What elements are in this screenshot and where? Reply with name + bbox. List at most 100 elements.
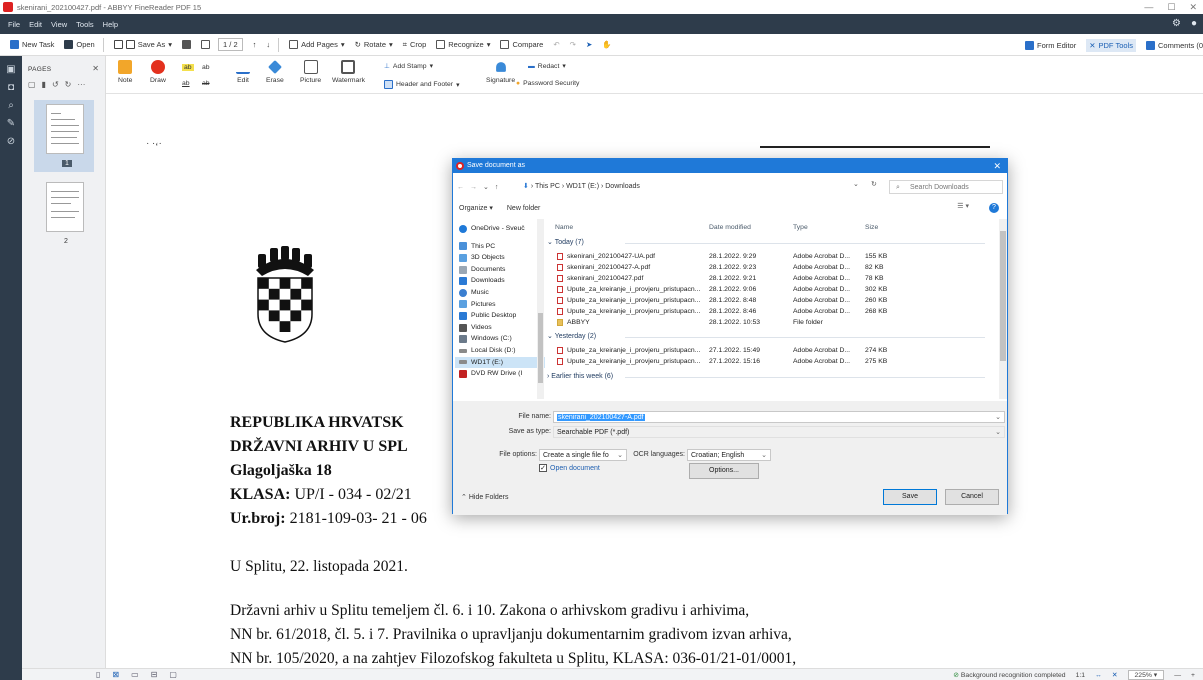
file-row[interactable]: Upute_za_kreiranje_i_provjeru_pristupacn… [547,306,993,317]
header-footer-button[interactable]: Header and Footer ▾ [384,80,459,89]
menu-view[interactable]: View [51,20,67,29]
fit-page-button[interactable]: ✕ [1112,671,1118,679]
view-options-icon[interactable]: ☰ ▾ [957,202,969,210]
file-row[interactable]: skenirani_202100427-UA.pdf 28.1.2022. 9:2… [547,251,993,262]
erase-tool[interactable]: Erase [266,60,284,84]
prev-page-button[interactable]: ↑ [253,40,257,49]
email-button[interactable] [201,40,211,49]
column-date-modified[interactable]: Date modified [709,221,751,235]
up-arrow-icon[interactable]: ↑ [495,184,499,191]
page-thumbnail-1[interactable] [46,104,84,154]
file-name-input[interactable]: skenirani_202100427-A.pdf ⌄ [553,411,1005,423]
nav-item-dvd-drive[interactable]: DVD RW Drive (I [455,368,545,380]
file-row[interactable]: Upute_za_kreiranje_i_provjeru_pristupacn… [547,284,993,295]
text-color-icon[interactable]: ab [202,64,210,71]
single-page-icon[interactable]: ▯ [96,670,100,679]
password-security-button[interactable]: ● Password Security [516,80,579,87]
rotate-left-icon[interactable]: ↺ [52,80,59,89]
page-number-field[interactable]: 1 / 2 [218,38,243,51]
column-type[interactable]: Type [793,221,808,235]
new-folder-button[interactable]: New folder [507,205,540,212]
two-page-icon[interactable]: ▭ [131,670,139,679]
rotate-button[interactable]: ↻ Rotate ▾ [355,40,393,49]
help-icon[interactable]: ? [989,203,999,213]
settings-gear-icon[interactable]: ⚙ [1172,14,1181,34]
underline-icon[interactable]: ab [182,80,190,87]
file-options-select[interactable]: Create a single file fo ⌄ [539,449,627,461]
signature-tool[interactable]: Signature [486,60,515,84]
undo-button[interactable]: ↶ [553,40,559,49]
menu-tools[interactable]: Tools [76,20,94,29]
save-as-type-select[interactable]: Searchable PDF (*.pdf) ⌄ [553,426,1005,438]
new-task-button[interactable]: New Task [10,40,54,49]
compare-button[interactable]: Compare [500,40,543,49]
ocr-languages-select[interactable]: Croatian; English ⌄ [687,449,771,461]
page-thumbnail-2[interactable] [46,182,84,232]
back-arrow-icon[interactable]: ← [457,184,464,191]
options-button[interactable]: Options... [689,463,759,479]
maximize-button[interactable]: ☐ [1167,0,1175,14]
strikethrough-icon[interactable]: ab [202,80,210,87]
zoom-level-field[interactable]: 225% ▾ [1127,670,1165,680]
nav-item-downloads[interactable]: Downloads [455,275,545,287]
group-earlier-this-week[interactable]: › Earlier this week (6) [547,371,986,383]
nav-item-videos[interactable]: Videos [455,322,545,334]
nav-scrollbar[interactable] [537,219,544,399]
nav-item-pictures[interactable]: Pictures [455,299,545,311]
dialog-close-button[interactable]: ✕ [993,159,1001,173]
minimize-button[interactable]: — [1144,0,1153,14]
bookmark-icon[interactable]: ◘ [5,82,17,94]
pages-panel-icon[interactable]: ▣ [5,64,17,76]
nav-scrollbar-thumb[interactable] [538,313,543,383]
delete-page-icon[interactable]: ▮ [42,80,46,89]
open-document-checkbox[interactable]: ✓ Open document [539,464,600,472]
menu-file[interactable]: File [8,20,20,29]
folder-row[interactable]: ABBYY 28.1.2022. 10:53 File folder [547,317,993,328]
add-pages-button[interactable]: Add Pages ▾ [289,40,345,49]
close-panel-icon[interactable]: ✕ [92,64,99,73]
file-row[interactable]: Upute_za_kreiranje_i_provjeru_pristupacn… [547,295,993,306]
search-input[interactable]: ⌕ Search Downloads [889,180,1003,194]
hide-folders-toggle[interactable]: ⌃ Hide Folders [461,493,509,501]
nav-item-local-disk-d[interactable]: Local Disk (D:) [455,345,545,357]
organize-button[interactable]: Organize ▾ [459,204,493,212]
file-row[interactable]: Upute_za_kreiranje_i_provjeru_pristupacn… [547,345,993,356]
form-editor-button[interactable]: Form Editor [1025,40,1076,50]
search-icon[interactable]: ⌕ [5,100,17,112]
chevron-down-icon[interactable]: ⌄ [853,180,859,188]
select-tool-button[interactable]: ➤ [586,40,592,49]
file-row[interactable]: Upute_za_kreiranje_i_provjeru_pristupacn… [547,356,993,367]
watermark-tool[interactable]: Watermark [332,60,365,84]
print-button[interactable] [182,40,192,49]
menu-edit[interactable]: Edit [29,20,42,29]
attachment-icon[interactable]: ✎ [5,118,17,130]
more-icon[interactable]: ··· [77,80,85,89]
rotate-right-icon[interactable]: ↻ [65,80,72,89]
zoom-in-button[interactable]: + [1191,672,1195,679]
pdf-tools-button[interactable]: ✕ PDF Tools [1086,38,1136,52]
nav-item-music[interactable]: Music [455,287,545,299]
new-page-icon[interactable]: ▢ [28,80,36,89]
file-row[interactable]: skenirani_202100427-A.pdf 28.1.2022. 9:23… [547,262,993,273]
crop-button[interactable]: ⌗ Crop [403,40,427,50]
draw-tool[interactable]: Draw [150,60,166,84]
column-size[interactable]: Size [865,221,878,235]
next-page-button[interactable]: ↓ [266,40,270,49]
menu-help[interactable]: Help [103,20,118,29]
fullscreen-icon[interactable]: ▢ [169,670,177,679]
nav-item-windows-c[interactable]: Windows (C:) [455,333,545,345]
save-button[interactable]: Save [883,489,937,505]
continuous-icon[interactable]: ⊠ [112,670,119,679]
save-as-button[interactable]: Save As ▾ [113,40,172,49]
nav-item-3d-objects[interactable]: 3D Objects [455,252,545,264]
recognize-button[interactable]: Recognize ▾ [436,40,490,49]
fit-width-icon[interactable]: ⊟ [151,670,158,679]
file-row[interactable]: skenirani_202100427.pdf 28.1.2022. 9:21 Ad… [547,273,993,284]
help-icon[interactable]: ● [1191,14,1197,34]
nav-item-this-pc[interactable]: This PC [455,241,545,253]
open-button[interactable]: Open [64,40,95,49]
add-stamp-button[interactable]: ⊥ Add Stamp ▾ [384,62,433,71]
refresh-icon[interactable]: ↻ [871,180,877,188]
hand-tool-button[interactable]: ✋ [602,40,611,49]
redact-button[interactable]: ▬ Redact ▾ [528,62,566,71]
